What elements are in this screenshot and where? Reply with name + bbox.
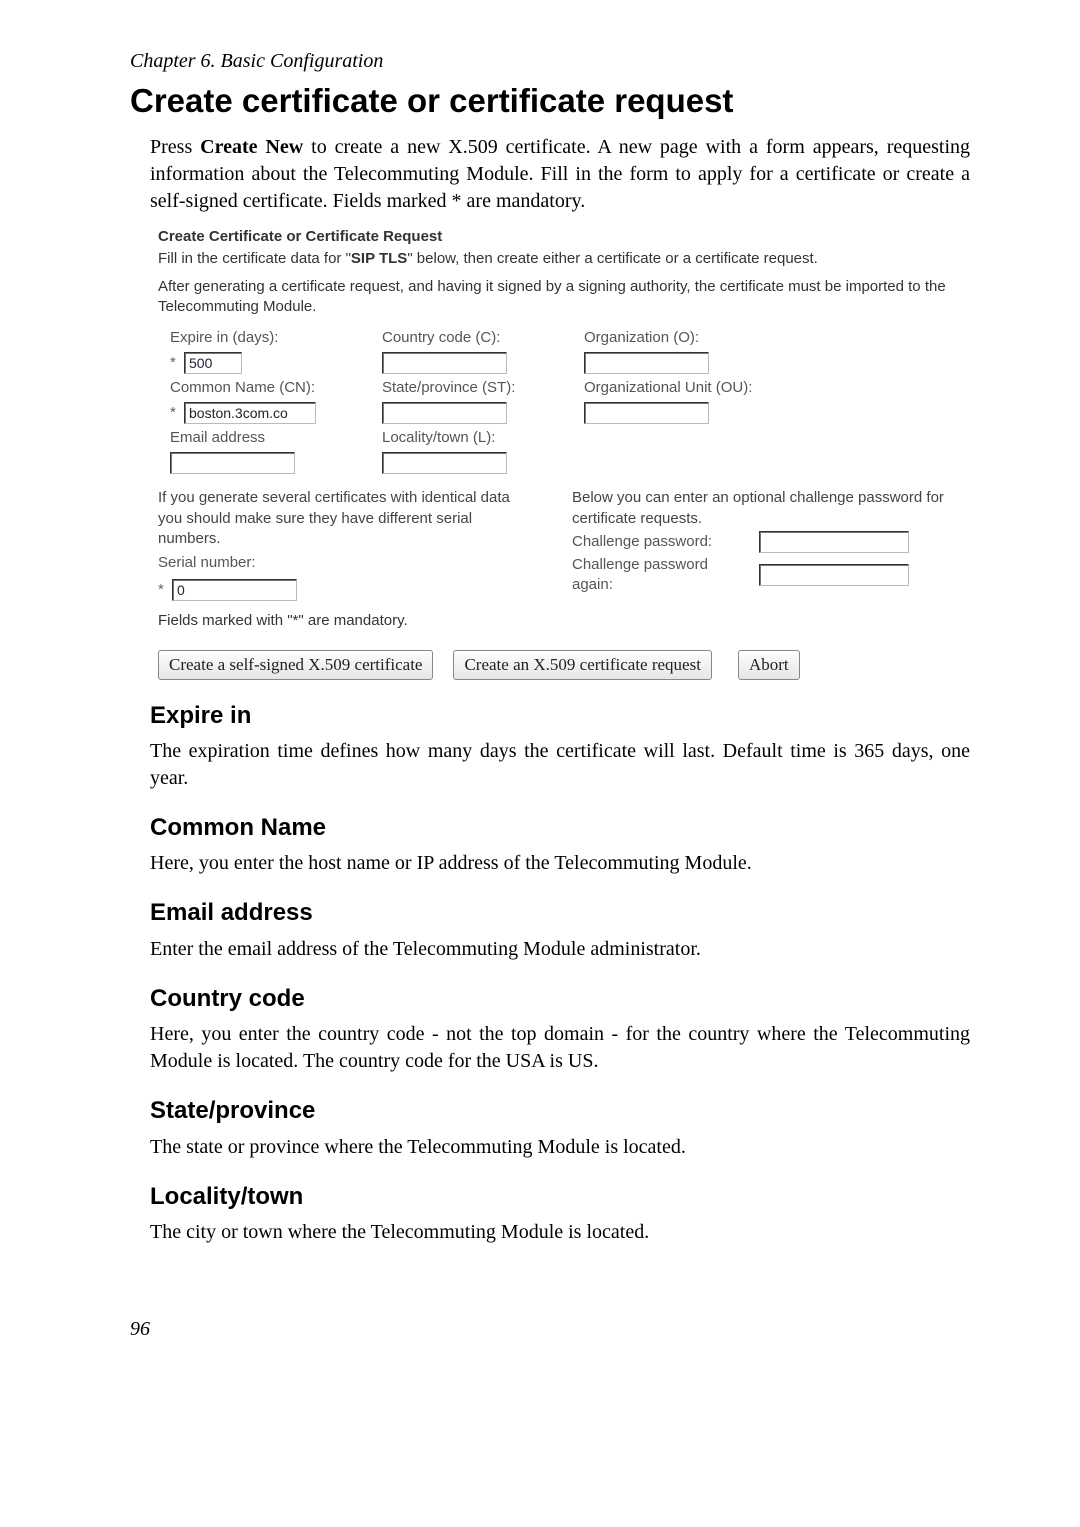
section-body-cn: Here, you enter the host name or IP addr… xyxy=(150,850,970,877)
email-input[interactable] xyxy=(170,452,295,474)
label-country: Country code (C): xyxy=(382,328,572,348)
form-desc-1: Fill in the certificate data for "SIP TL… xyxy=(158,249,946,269)
intro-paragraph: Press Create New to create a new X.509 c… xyxy=(150,134,970,215)
chapter-heading: Chapter 6. Basic Configuration xyxy=(130,48,970,75)
section-body-cc: Here, you enter the country code - not t… xyxy=(150,1021,970,1075)
section-body-email: Enter the email address of the Telecommu… xyxy=(150,936,970,963)
challenge-note: Below you can enter an optional challeng… xyxy=(572,488,946,529)
st-input[interactable] xyxy=(382,402,507,424)
label-org: Organization (O): xyxy=(584,328,946,348)
section-heading-email: Email address xyxy=(150,897,970,929)
cn-input[interactable] xyxy=(184,402,316,424)
label-loc: Locality/town (L): xyxy=(382,428,572,448)
asterisk-icon: * xyxy=(158,580,166,600)
form-desc-2: After generating a certificate request, … xyxy=(158,277,946,318)
challenge-pw-again-input[interactable] xyxy=(759,564,909,586)
loc-input[interactable] xyxy=(382,452,507,474)
section-heading-cn: Common Name xyxy=(150,812,970,844)
section-heading-lt: Locality/town xyxy=(150,1181,970,1213)
label-challenge-pw: Challenge password: xyxy=(572,532,747,552)
country-input[interactable] xyxy=(382,352,507,374)
label-email: Email address xyxy=(170,428,370,448)
label-ou: Organizational Unit (OU): xyxy=(584,378,946,398)
form-screenshot: Create Certificate or Certificate Reques… xyxy=(158,227,946,680)
form-desc-1-bold: SIP TLS xyxy=(351,250,407,267)
section-body-expire: The expiration time defines how many day… xyxy=(150,738,970,792)
section-heading-expire: Expire in xyxy=(150,700,970,732)
page-title: Create certificate or certificate reques… xyxy=(130,79,970,124)
label-cn: Common Name (CN): xyxy=(170,378,370,398)
section-heading-sp: State/province xyxy=(150,1095,970,1127)
asterisk-icon: * xyxy=(170,353,178,373)
abort-button[interactable]: Abort xyxy=(738,650,800,680)
create-request-button[interactable]: Create an X.509 certificate request xyxy=(453,650,711,680)
form-desc-1-pre: Fill in the certificate data for " xyxy=(158,250,351,267)
create-selfsigned-button[interactable]: Create a self-signed X.509 certificate xyxy=(158,650,433,680)
asterisk-icon: * xyxy=(170,403,178,423)
serial-input[interactable] xyxy=(172,579,297,601)
section-body-sp: The state or province where the Telecomm… xyxy=(150,1134,970,1161)
intro-text-bold: Create New xyxy=(200,136,303,158)
label-st: State/province (ST): xyxy=(382,378,572,398)
label-expire: Expire in (days): xyxy=(170,328,370,348)
ou-input[interactable] xyxy=(584,402,709,424)
expire-input[interactable] xyxy=(184,352,242,374)
section-body-lt: The city or town where the Telecommuting… xyxy=(150,1219,970,1246)
challenge-pw-input[interactable] xyxy=(759,531,909,553)
org-input[interactable] xyxy=(584,352,709,374)
intro-text-prefix: Press xyxy=(150,136,200,158)
form-desc-1-post: " below, then create either a certificat… xyxy=(407,250,818,267)
mandatory-note: Fields marked with "*" are mandatory. xyxy=(158,611,532,631)
label-serial: Serial number: xyxy=(158,553,532,573)
page-number: 96 xyxy=(130,1316,970,1343)
section-heading-cc: Country code xyxy=(150,983,970,1015)
serial-note: If you generate several certificates wit… xyxy=(158,488,532,549)
form-title: Create Certificate or Certificate Reques… xyxy=(158,227,946,247)
label-challenge-pw-again: Challenge password again: xyxy=(572,555,747,596)
